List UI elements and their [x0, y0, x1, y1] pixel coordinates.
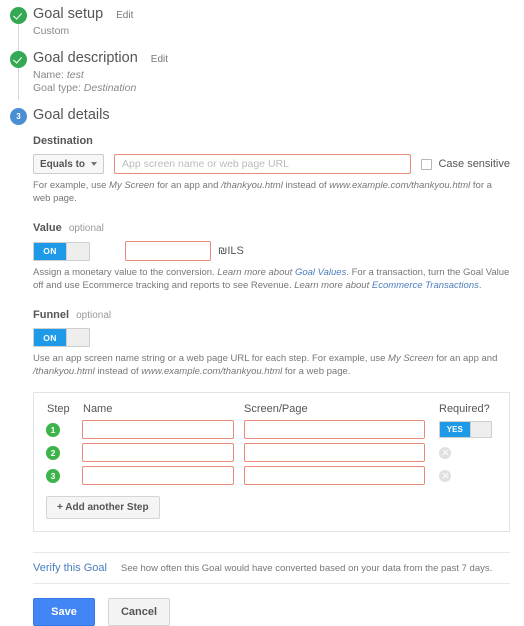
value-amount-input[interactable] [125, 241, 211, 261]
destination-row: Equals to Case sensitive [33, 154, 510, 174]
funnel-label: Funnel [33, 309, 70, 321]
ecommerce-transactions-link[interactable]: Ecommerce Transactions [372, 280, 479, 291]
table-row: 1 YES [46, 418, 497, 441]
cancel-button[interactable]: Cancel [108, 598, 170, 626]
goal-details-title: Goal details [33, 107, 110, 123]
table-row: 2 [46, 441, 497, 464]
save-button[interactable]: Save [33, 598, 95, 626]
goal-configuration-page: Goal setup Edit Custom Goal description … [0, 0, 524, 626]
goal-name-label: Name: [33, 69, 67, 81]
step-badge-goal-details: 3 [10, 108, 27, 125]
destination-helper-mid2: instead of [282, 180, 330, 191]
value-helper-1: Assign a monetary value to the conversio… [33, 267, 218, 278]
funnel-toggle[interactable]: ON [33, 328, 90, 347]
section-goal-details: 3 Goal details [0, 107, 524, 125]
edit-goal-description-link[interactable]: Edit [151, 54, 168, 65]
goal-description-type: Goal type: Destination [33, 82, 524, 95]
funnel-step-screen-input[interactable] [244, 420, 425, 439]
funnel-step-name-input[interactable] [82, 466, 234, 485]
verify-goal-description: See how often this Goal would have conve… [120, 563, 493, 574]
value-toggle[interactable]: ON [33, 241, 90, 261]
funnel-helper-text: Use an app screen name string or a web p… [33, 352, 510, 378]
remove-step-icon[interactable] [439, 446, 451, 459]
value-label: Value [33, 222, 62, 234]
step-number-circle: 3 [46, 468, 60, 483]
value-optional-tag: optional [68, 223, 104, 234]
value-toggle-state: ON [34, 242, 66, 260]
funnel-step-name-input[interactable] [82, 443, 234, 462]
section-goal-setup: Goal setup Edit Custom [0, 0, 524, 38]
funnel-step-required-knob [469, 422, 491, 437]
funnel-steps-table: Step Name Screen/Page Required? 1 YES 2 … [46, 402, 497, 487]
funnel-toggle-row: ON [33, 328, 510, 347]
case-sensitive-label: Case sensitive [438, 158, 510, 170]
value-row: ON ₪ILS [33, 241, 510, 261]
step-number-circle: 1 [46, 422, 60, 437]
edit-goal-setup-link[interactable]: Edit [116, 10, 133, 21]
table-row: 3 [46, 464, 497, 487]
funnel-step-screen-input[interactable] [244, 443, 425, 462]
funnel-helper-mid1: for an app and [433, 353, 498, 364]
goal-description-title: Goal description [33, 50, 138, 66]
column-header-screen: Screen/Page [244, 403, 308, 415]
remove-step-icon[interactable] [439, 469, 451, 482]
funnel-helper-em1: My Screen [388, 353, 434, 364]
funnel-helper-mid2: instead of [94, 366, 142, 377]
destination-label: Destination [33, 135, 93, 147]
value-helper-link-lead-2: Learn more about [294, 280, 372, 291]
chevron-down-icon [91, 162, 98, 166]
match-type-value: Equals to [40, 158, 86, 170]
currency-label: ₪ILS [218, 245, 244, 257]
check-circle-icon-goal-setup [10, 7, 27, 24]
funnel-helper-em3: www.example.com/thankyou.html [141, 366, 283, 377]
value-helper-text: Assign a monetary value to the conversio… [33, 266, 510, 292]
goal-values-link[interactable]: Goal Values [295, 267, 346, 278]
case-sensitive-checkbox[interactable] [421, 158, 433, 170]
funnel-helper-em2: /thankyou.html [33, 366, 95, 377]
add-another-step-button[interactable]: + Add another Step [46, 496, 160, 519]
value-helper-link-lead-1: Learn more about [217, 267, 295, 278]
goal-name-value: test [66, 69, 84, 81]
funnel-toggle-knob [65, 329, 89, 346]
case-sensitive-group: Case sensitive [421, 158, 510, 170]
section-goal-description: Goal description Edit Name: test Goal ty… [0, 50, 524, 95]
destination-helper-text: For example, use My Screen for an app an… [33, 179, 510, 205]
funnel-step-required-state: YES [440, 422, 470, 437]
goal-type-value: Destination [83, 82, 137, 94]
column-header-name: Name [83, 403, 113, 415]
action-buttons-row: Save Cancel [33, 584, 510, 626]
destination-helper-em2: /thankyou.html [221, 180, 283, 191]
destination-helper-em1: My Screen [109, 180, 155, 191]
funnel-step-required-toggle[interactable]: YES [439, 421, 492, 438]
funnel-step-name-input[interactable] [82, 420, 234, 439]
verify-goal-row: Verify this Goal See how often this Goal… [33, 553, 510, 583]
funnel-steps-card: Step Name Screen/Page Required? 1 YES 2 … [33, 392, 510, 532]
value-toggle-knob [65, 242, 89, 260]
funnel-helper-suffix: for a web page. [282, 366, 351, 377]
match-type-select[interactable]: Equals to [33, 154, 105, 174]
funnel-table-header-row: Step Name Screen/Page Required? [46, 402, 497, 418]
goal-setup-title: Goal setup [33, 6, 104, 22]
funnel-step-screen-input[interactable] [244, 466, 425, 485]
goal-setup-value: Custom [33, 25, 70, 37]
goal-type-label: Goal type: [33, 82, 84, 94]
destination-helper-em3: www.example.com/thankyou.html [329, 180, 471, 191]
verify-this-goal-link[interactable]: Verify this Goal [33, 562, 107, 574]
goal-description-name: Name: test [33, 69, 524, 82]
column-header-step: Step [47, 403, 70, 415]
funnel-toggle-state: ON [34, 329, 66, 346]
destination-input[interactable] [114, 154, 412, 174]
column-header-required: Required? [439, 403, 490, 415]
goal-details-body: Destination Equals to Case sensitive For… [0, 135, 524, 626]
check-circle-icon-goal-description [10, 51, 27, 68]
destination-helper-prefix: For example, use [33, 180, 110, 191]
funnel-optional-tag: optional [76, 310, 112, 321]
value-helper-3: . [478, 280, 482, 291]
step-number-circle: 2 [46, 445, 60, 460]
funnel-helper-prefix: Use an app screen name string or a web p… [33, 353, 389, 364]
destination-helper-mid1: for an app and [154, 180, 222, 191]
